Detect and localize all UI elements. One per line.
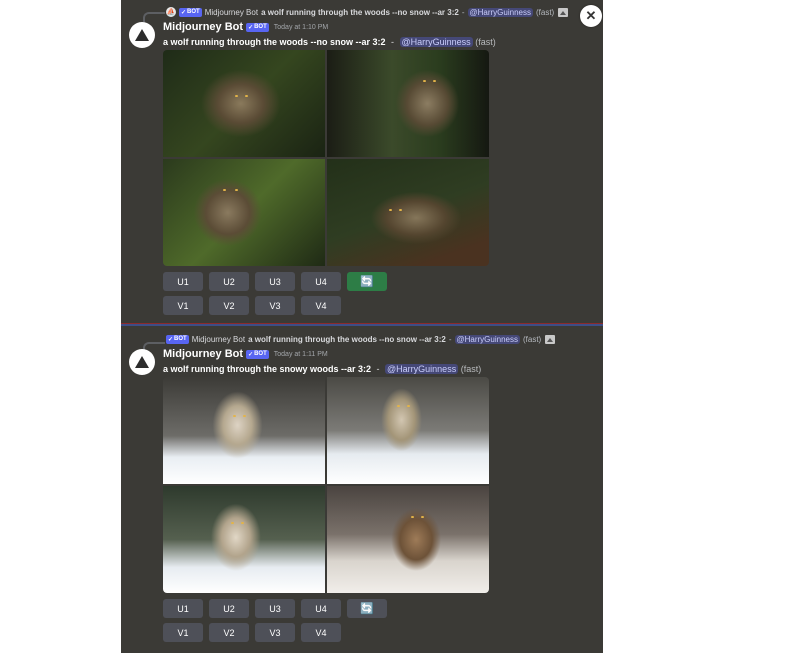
sailboat-icon bbox=[135, 356, 149, 368]
reroll-button[interactable]: 🔄 bbox=[347, 272, 387, 291]
wolf-image-3[interactable] bbox=[163, 486, 325, 593]
image-grid[interactable] bbox=[163, 377, 489, 593]
image-icon bbox=[558, 7, 569, 17]
bot-badge: ✓ BOT bbox=[246, 349, 269, 359]
u3-button[interactable]: U3 bbox=[255, 599, 295, 618]
refresh-icon: 🔄 bbox=[360, 276, 374, 288]
reply-connector bbox=[143, 12, 165, 22]
avatar[interactable] bbox=[129, 349, 155, 375]
u2-button[interactable]: U2 bbox=[209, 272, 249, 291]
reply-preview[interactable]: ⛵ ✓ BOT Midjourney Bot a wolf running thr… bbox=[166, 5, 569, 19]
user-mention[interactable]: @HarryGuinness bbox=[399, 37, 473, 47]
author-name[interactable]: Midjourney Bot bbox=[163, 21, 243, 33]
prompt-text: a wolf running through the woods --no sn… bbox=[163, 37, 496, 47]
wolf-image-1[interactable] bbox=[163, 50, 325, 157]
wolf-image-4[interactable] bbox=[327, 159, 489, 266]
close-icon[interactable]: ✕ bbox=[580, 5, 602, 27]
v2-button[interactable]: V2 bbox=[209, 296, 249, 315]
reply-prompt: a wolf running through the woods --no sn… bbox=[248, 334, 446, 344]
v1-button[interactable]: V1 bbox=[163, 623, 203, 642]
reply-preview[interactable]: ✓ BOT Midjourney Bot a wolf running throu… bbox=[166, 332, 556, 346]
v3-button[interactable]: V3 bbox=[255, 623, 295, 642]
timestamp: Today at 1:11 PM bbox=[273, 350, 328, 358]
reply-speed: (fast) bbox=[522, 334, 542, 344]
v4-button[interactable]: V4 bbox=[301, 296, 341, 315]
bot-badge: ✓ BOT bbox=[246, 22, 269, 32]
v2-button[interactable]: V2 bbox=[209, 623, 249, 642]
action-buttons: U1 U2 U3 U4 🔄 V1 V2 V3 V4 bbox=[163, 272, 387, 320]
wolf-image-1[interactable] bbox=[163, 377, 325, 484]
reply-author[interactable]: Midjourney Bot bbox=[205, 8, 258, 17]
new-messages-divider bbox=[121, 323, 603, 326]
user-mention[interactable]: @HarryGuinness bbox=[385, 364, 459, 374]
variation-row: V1 V2 V3 V4 bbox=[163, 623, 387, 642]
message-header: Midjourney Bot ✓ BOT Today at 1:10 PM bbox=[163, 21, 328, 33]
speed-label: (fast) bbox=[460, 364, 482, 374]
u4-button[interactable]: U4 bbox=[301, 599, 341, 618]
author-name[interactable]: Midjourney Bot bbox=[163, 348, 243, 360]
bot-badge: ✓ BOT bbox=[179, 7, 202, 17]
bot-badge: ✓ BOT bbox=[166, 334, 189, 344]
reply-mention[interactable]: @HarryGuinness bbox=[454, 334, 520, 344]
u1-button[interactable]: U1 bbox=[163, 599, 203, 618]
reply-mention[interactable]: @HarryGuinness bbox=[467, 7, 533, 17]
bot-badge-label: BOT bbox=[254, 24, 267, 30]
reply-dash: - bbox=[461, 7, 465, 17]
refresh-icon: 🔄 bbox=[360, 603, 374, 615]
reply-dash: - bbox=[448, 334, 452, 344]
v4-button[interactable]: V4 bbox=[301, 623, 341, 642]
prompt-dash: - bbox=[391, 37, 394, 47]
bot-badge-label: BOT bbox=[187, 9, 200, 15]
v3-button[interactable]: V3 bbox=[255, 296, 295, 315]
variation-row: V1 V2 V3 V4 bbox=[163, 296, 387, 315]
bot-badge-label: BOT bbox=[174, 336, 187, 342]
upscale-row: U1 U2 U3 U4 🔄 bbox=[163, 272, 387, 291]
reply-avatar-icon: ⛵ bbox=[166, 7, 176, 17]
upscale-row: U1 U2 U3 U4 🔄 bbox=[163, 599, 387, 618]
wolf-image-4[interactable] bbox=[327, 486, 489, 593]
chat-panel: ⛵ ✓ BOT Midjourney Bot a wolf running thr… bbox=[121, 0, 603, 653]
v1-button[interactable]: V1 bbox=[163, 296, 203, 315]
wolf-image-2[interactable] bbox=[327, 50, 489, 157]
image-grid[interactable] bbox=[163, 50, 489, 266]
bot-badge-label: BOT bbox=[254, 351, 267, 357]
prompt-dash: - bbox=[376, 364, 380, 374]
wolf-image-2[interactable] bbox=[327, 377, 489, 484]
wolf-image-3[interactable] bbox=[163, 159, 325, 266]
u3-button[interactable]: U3 bbox=[255, 272, 295, 291]
u4-button[interactable]: U4 bbox=[301, 272, 341, 291]
prompt: a wolf running through the snowy woods -… bbox=[163, 364, 371, 374]
message-header: Midjourney Bot ✓ BOT Today at 1:11 PM bbox=[163, 348, 328, 360]
u2-button[interactable]: U2 bbox=[209, 599, 249, 618]
image-icon bbox=[545, 334, 556, 344]
action-buttons: U1 U2 U3 U4 🔄 V1 V2 V3 V4 bbox=[163, 599, 387, 647]
u1-button[interactable]: U1 bbox=[163, 272, 203, 291]
prompt-text: a wolf running through the snowy woods -… bbox=[163, 364, 481, 374]
speed-label: (fast) bbox=[475, 37, 496, 47]
avatar[interactable] bbox=[129, 22, 155, 48]
reroll-button[interactable]: 🔄 bbox=[347, 599, 387, 618]
prompt: a wolf running through the woods --no sn… bbox=[163, 37, 386, 47]
sailboat-icon bbox=[135, 29, 149, 41]
timestamp: Today at 1:10 PM bbox=[273, 23, 329, 31]
reply-speed: (fast) bbox=[535, 7, 555, 17]
reply-author[interactable]: Midjourney Bot bbox=[192, 335, 245, 344]
reply-prompt: a wolf running through the woods --no sn… bbox=[261, 7, 459, 17]
